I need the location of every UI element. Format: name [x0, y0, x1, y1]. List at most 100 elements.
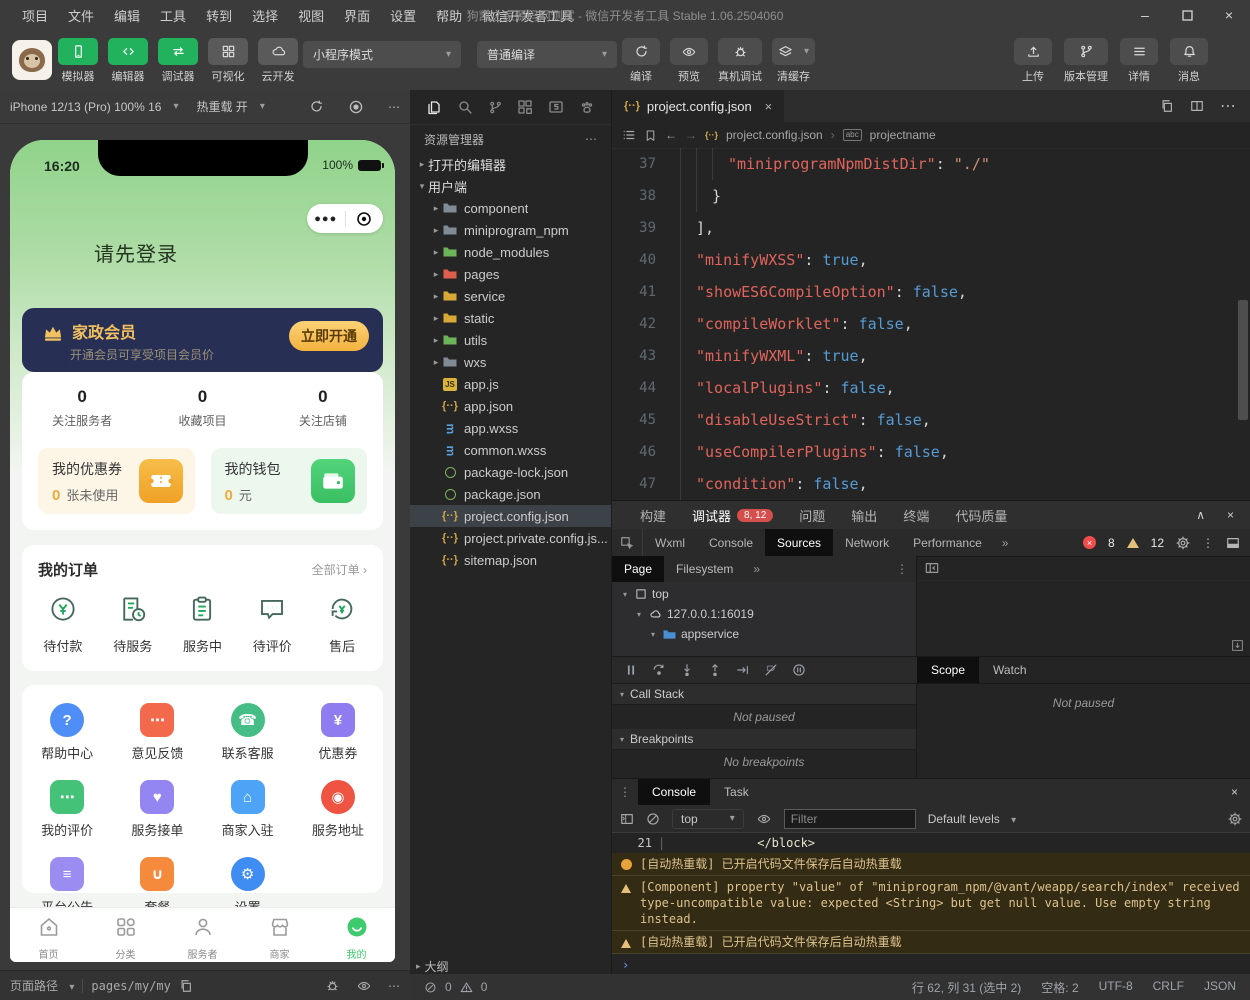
editor-more-icon[interactable]: ⋯ [1220, 96, 1236, 116]
sources-tree-item[interactable]: ▾ 127.0.0.1:16019 [612, 604, 916, 624]
devtools-tab-performance[interactable]: Performance [901, 529, 994, 556]
action-compile-icon[interactable]: 编译 [622, 38, 660, 84]
tree-file[interactable]: JS app.js [410, 373, 611, 395]
nav-back-icon[interactable]: ← [665, 128, 677, 142]
action-branch-icon[interactable]: 版本管理 [1064, 38, 1108, 84]
tab-merchant-icon[interactable]: 商家 [241, 908, 318, 962]
panel-toggle-swap-icon[interactable]: 调试器 [156, 38, 200, 84]
footer-eye-icon[interactable] [356, 979, 372, 993]
service-item[interactable]: ¥ 优惠券 [293, 703, 383, 762]
menu-item[interactable]: 工具 [150, 6, 196, 25]
editor-tab[interactable]: {··} project.config.json × [612, 90, 785, 122]
action-bell-icon[interactable]: 消息 [1170, 38, 1208, 84]
tree-file[interactable]: package-lock.json [410, 461, 611, 483]
panel-toggle-code-icon[interactable]: 编辑器 [106, 38, 150, 84]
extensions-icon[interactable] [517, 99, 533, 115]
menu-item[interactable]: 视图 [288, 6, 334, 25]
tree-folder[interactable]: ▸ service [410, 285, 611, 307]
panel-tab[interactable]: 输出 [851, 506, 877, 525]
console-message[interactable]: [自动热重载] 已开启代码文件保存后自动热重载 [612, 931, 1250, 954]
console-message[interactable]: [Component] property "value" of "minipro… [612, 876, 1250, 931]
hot-reload-toggle[interactable]: 热重载 开 ▾ [196, 98, 264, 115]
panel-tab[interactable]: 调试器 8, 12 [692, 506, 774, 525]
tabs-overflow-icon[interactable]: » [994, 529, 1017, 556]
explorer-more-icon[interactable]: ⋯ [585, 132, 597, 146]
order-item[interactable]: 售后 [307, 594, 377, 655]
step-icon[interactable] [736, 663, 750, 677]
wallet-card[interactable]: 我的钱包 0元 [210, 448, 367, 514]
service-item[interactable]: ♥ 服务接单 [112, 780, 202, 839]
action-layers-icon[interactable]: ▾ 清缓存 [772, 38, 816, 84]
sources-tabs-overflow-icon[interactable]: » [745, 562, 768, 576]
drawer-close-icon[interactable]: × [1231, 779, 1250, 805]
outline-list-icon[interactable] [622, 128, 636, 142]
menu-item[interactable]: 设置 [380, 6, 426, 25]
console-sidebar-icon[interactable] [620, 812, 634, 826]
show-navigator-icon[interactable] [925, 561, 939, 575]
tree-file[interactable]: {··} project.config.json [410, 505, 611, 527]
step-into-icon[interactable] [680, 663, 694, 677]
panel-toggle-grid-icon[interactable]: 可视化 [206, 38, 250, 84]
maximize-button[interactable] [1166, 0, 1208, 30]
action-upload-icon[interactable]: 上传 [1014, 38, 1052, 84]
callstack-header[interactable]: ▾ Call Stack [612, 684, 916, 705]
scope-tab-scope[interactable]: Scope [917, 657, 980, 683]
service-item[interactable]: ⋯ 我的评价 [22, 780, 112, 839]
drawer-tab-task[interactable]: Task [710, 779, 763, 805]
device-selector[interactable]: iPhone 12/13 (Pro) 100% 16 ▾ [10, 100, 178, 114]
sources-kebab-icon[interactable]: ⋮ [896, 562, 916, 576]
panel-tab[interactable]: 代码质量 [955, 506, 1007, 525]
language-mode[interactable]: JSON [1204, 979, 1236, 996]
live-expression-icon[interactable] [756, 812, 772, 826]
compile-mode-select[interactable]: 普通编译 ▾ [477, 41, 617, 68]
copy-path-icon[interactable] [179, 979, 193, 993]
order-item[interactable]: 服务中 [168, 594, 238, 655]
split-editor-icon[interactable] [1190, 99, 1204, 113]
encoding[interactable]: UTF-8 [1099, 979, 1133, 996]
outline-section[interactable]: ▸ 大纲 [410, 958, 611, 974]
sources-tree-item[interactable]: ▾ top [612, 584, 916, 604]
action-lines-icon[interactable]: 详情 [1120, 38, 1158, 84]
cursor-position[interactable]: 行 62, 列 31 (选中 2) [912, 979, 1021, 996]
login-prompt[interactable]: 请先登录 [94, 238, 178, 267]
breadcrumb-node[interactable]: projectname [870, 128, 936, 142]
order-item[interactable]: 待付款 [28, 594, 98, 655]
devtools-tab-sources[interactable]: Sources [765, 529, 834, 556]
tab-servicer-icon[interactable]: 服务者 [164, 908, 241, 962]
devtools-tab-network[interactable]: Network [833, 529, 901, 556]
service-item[interactable]: ☎ 联系客服 [203, 703, 293, 762]
breakpoints-header[interactable]: ▾ Breakpoints [612, 729, 916, 750]
stat-item[interactable]: 0 关注服务者 [22, 387, 142, 429]
tab-mine-icon[interactable]: 我的 [318, 908, 395, 962]
console-filter-input[interactable] [783, 808, 916, 829]
tree-section[interactable]: ▸ 打开的编辑器 [410, 153, 611, 175]
tree-folder[interactable]: ▸ utils [410, 329, 611, 351]
simulator-refresh-icon[interactable] [309, 99, 324, 114]
service-item[interactable]: ⋯ 意见反馈 [112, 703, 202, 762]
tab-close-icon[interactable]: × [765, 99, 773, 114]
panel-toggle-cloud-icon[interactable]: 云开发 [256, 38, 300, 84]
devtools-kebab-icon[interactable]: ⋮ [1202, 536, 1214, 550]
pretty-print-icon[interactable] [1231, 639, 1244, 652]
open-changes-icon[interactable] [1160, 99, 1174, 113]
tree-file[interactable]: ᴟ common.wxss [410, 439, 611, 461]
console-settings-icon[interactable] [1228, 811, 1242, 826]
inspect-element-icon[interactable] [612, 529, 643, 556]
menu-item[interactable]: 转到 [196, 6, 242, 25]
panel-tab[interactable]: 构建 [640, 506, 666, 525]
tree-file[interactable]: ᴟ app.wxss [410, 417, 611, 439]
action-eye-icon[interactable]: 预览 [670, 38, 708, 84]
eol[interactable]: CRLF [1153, 979, 1184, 996]
mock-tool-icon[interactable] [548, 99, 564, 115]
console-message[interactable]: [自动热重载] 已开启代码文件保存后自动热重载 [612, 853, 1250, 876]
tree-file[interactable]: {··} app.json [410, 395, 611, 417]
clear-console-icon[interactable] [646, 812, 660, 826]
devtools-settings-icon[interactable] [1176, 535, 1190, 550]
search-icon[interactable] [457, 99, 473, 115]
mode-select[interactable]: 小程序模式 ▾ [303, 41, 461, 68]
panel-toggle-phone-icon[interactable]: 模拟器 [56, 38, 100, 84]
simulator-record-icon[interactable] [348, 99, 364, 115]
devtools-tab-console[interactable]: Console [697, 529, 765, 556]
service-item[interactable]: ◉ 服务地址 [293, 780, 383, 839]
step-out-icon[interactable] [708, 663, 722, 677]
